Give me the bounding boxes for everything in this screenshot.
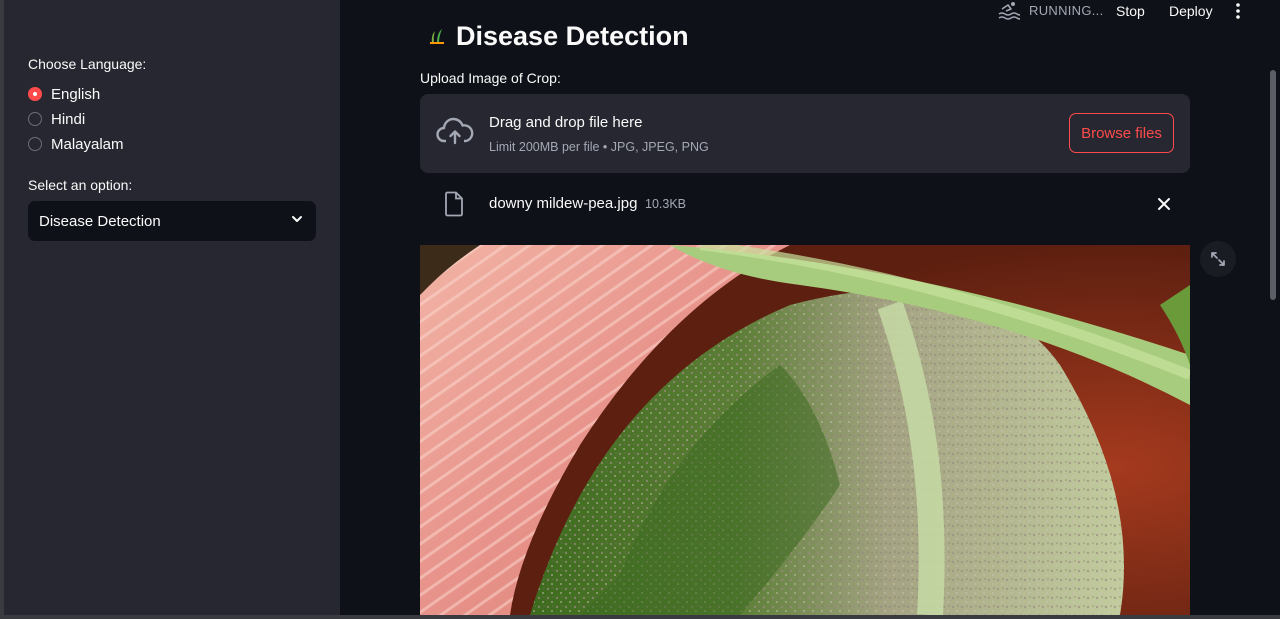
scrollbar-thumb[interactable] bbox=[1270, 70, 1276, 300]
plant-logo-icon bbox=[428, 23, 446, 50]
option-select-value: Disease Detection bbox=[39, 212, 161, 230]
uploaded-file-size: 10.3KB bbox=[645, 197, 687, 211]
radio-selected-icon bbox=[28, 87, 42, 101]
radio-label-hindi: Hindi bbox=[51, 110, 86, 128]
running-swimmer-icon bbox=[998, 0, 1021, 23]
sidebar: Choose Language: English Hindi Malayalam… bbox=[4, 0, 340, 615]
option-label: Select an option: bbox=[28, 177, 133, 193]
radio-unselected-icon bbox=[28, 137, 42, 151]
cloud-upload-icon bbox=[436, 116, 474, 153]
deploy-button[interactable]: Deploy bbox=[1169, 3, 1213, 19]
file-icon bbox=[444, 191, 464, 222]
radio-english[interactable]: English bbox=[28, 83, 100, 105]
browse-files-button[interactable]: Browse files bbox=[1069, 113, 1174, 153]
page-title-container: Disease Detection bbox=[428, 18, 689, 54]
chevron-down-icon bbox=[290, 212, 304, 231]
dropzone-instructions: Drag and drop file here bbox=[489, 114, 643, 131]
dropzone-limit: Limit 200MB per file • JPG, JPEG, PNG bbox=[489, 140, 709, 154]
main-scrollbar[interactable] bbox=[1268, 0, 1280, 615]
option-select[interactable]: Disease Detection bbox=[28, 201, 316, 241]
leaf-photo bbox=[420, 245, 1190, 615]
radio-hindi[interactable]: Hindi bbox=[28, 108, 85, 130]
file-dropzone[interactable]: Drag and drop file here Limit 200MB per … bbox=[420, 94, 1190, 173]
radio-unselected-icon bbox=[28, 112, 42, 126]
remove-file-close-icon[interactable] bbox=[1156, 196, 1172, 217]
fullscreen-expand-icon[interactable] bbox=[1200, 241, 1236, 277]
radio-label-english: English bbox=[51, 85, 101, 103]
uploaded-file-name: downy mildew-pea.jpg bbox=[489, 195, 638, 212]
uploaded-file-row: downy mildew-pea.jpg 10.3KB bbox=[420, 186, 1190, 224]
radio-malayalam[interactable]: Malayalam bbox=[28, 133, 124, 155]
run-status: RUNNING... bbox=[1029, 3, 1104, 18]
language-label: Choose Language: bbox=[28, 56, 147, 72]
stop-button[interactable]: Stop bbox=[1116, 3, 1145, 19]
upload-label: Upload Image of Crop: bbox=[420, 70, 561, 86]
window-frame-bottom bbox=[0, 615, 1280, 619]
page-title: Disease Detection bbox=[456, 21, 689, 51]
uploaded-crop-image bbox=[420, 245, 1190, 615]
more-menu-icon[interactable] bbox=[1232, 2, 1244, 23]
radio-label-malayalam: Malayalam bbox=[51, 135, 124, 153]
